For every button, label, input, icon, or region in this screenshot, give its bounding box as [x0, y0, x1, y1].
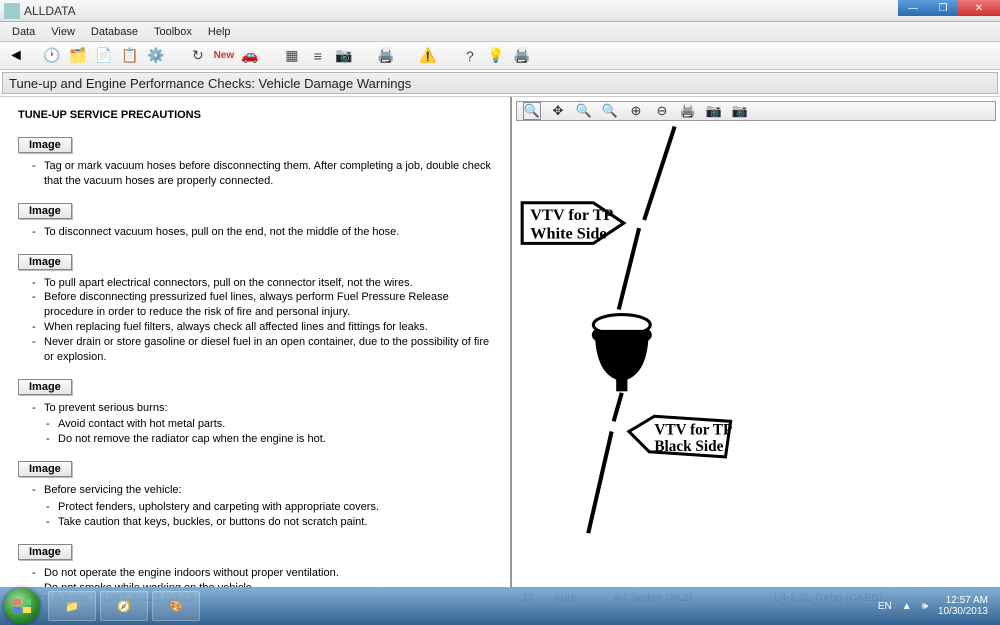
diagram-label-2b: Black Side — [654, 438, 723, 455]
folder-icon[interactable]: 🗂️ — [68, 46, 88, 66]
lines-icon[interactable]: ≡ — [308, 46, 328, 66]
list-icon[interactable]: 📋 — [120, 46, 140, 66]
precaution-subtext: Protect fenders, upholstery and carpetin… — [46, 500, 496, 515]
image-button-6[interactable]: Image — [18, 544, 72, 560]
workspace: TUNE-UP SERVICE PRECAUTIONS Image Tag or… — [0, 96, 1000, 588]
gear-icon[interactable]: ⚙️ — [146, 46, 166, 66]
task-explorer[interactable]: 📁 — [48, 591, 96, 621]
diagram-label-2a: VTV for TP — [654, 422, 732, 439]
app-icon — [4, 3, 20, 19]
precaution-text: Never drain or store gasoline or diesel … — [32, 335, 496, 365]
precaution-text: To prevent serious burns: — [32, 401, 496, 416]
start-button[interactable] — [4, 588, 40, 624]
tray-date: 10/30/2013 — [938, 606, 988, 618]
back-button[interactable]: ◄ — [8, 47, 24, 65]
print2-icon[interactable]: 🖨️ — [512, 46, 532, 66]
camera1-icon[interactable]: 📷 — [705, 102, 723, 120]
precaution-text: Before servicing the vehicle: — [32, 483, 496, 498]
document-icon[interactable]: 📄 — [94, 46, 114, 66]
task-app1[interactable]: 🧭 — [100, 591, 148, 621]
breadcrumb: Tune-up and Engine Performance Checks: V… — [2, 72, 998, 94]
system-tray: EN ▲ 🕪 12:57 AM 10/30/2013 — [878, 595, 996, 618]
zoom-minus-icon[interactable]: ⊖ — [653, 102, 671, 120]
zoom-in-icon[interactable]: 🔍 — [523, 102, 541, 120]
diagram-view[interactable]: VTV for TP White Side VTV for TP Black S… — [512, 125, 1000, 596]
tray-clock[interactable]: 12:57 AM 10/30/2013 — [938, 595, 988, 618]
window-title: ALLDATA — [24, 4, 76, 18]
task-app2[interactable]: 🎨 — [152, 591, 200, 621]
diagram-label-1a: VTV for TP — [530, 206, 613, 224]
precaution-subtext: Avoid contact with hot metal parts. — [46, 417, 496, 432]
menu-toolbox[interactable]: Toolbox — [146, 24, 200, 40]
menu-data[interactable]: Data — [4, 24, 43, 40]
reload-icon[interactable]: ↻ — [188, 46, 208, 66]
tray-network-icon[interactable]: 🕪 — [922, 601, 928, 612]
zoom-region-icon[interactable]: 🔍 — [575, 102, 593, 120]
zoom-plus-icon[interactable]: ⊕ — [627, 102, 645, 120]
tray-time: 12:57 AM — [938, 595, 988, 607]
image-button-1[interactable]: Image — [18, 137, 72, 153]
print-image-icon[interactable]: 🖨️ — [679, 102, 697, 120]
image-pane: 🔍 ✥ 🔍 🔍 ⊕ ⊖ 🖨️ 📷 📷 VTV for TP White Side — [510, 97, 1000, 588]
precaution-subtext: Take caution that keys, buckles, or butt… — [46, 515, 496, 530]
car-icon[interactable]: 🚗 — [240, 46, 260, 66]
precaution-text: Tag or mark vacuum hoses before disconne… — [32, 159, 496, 189]
diagram-label-1b: White Side — [530, 224, 606, 242]
minimize-button[interactable]: — — [898, 0, 928, 16]
print-icon[interactable]: 🖨️ — [376, 46, 396, 66]
article-heading: TUNE-UP SERVICE PRECAUTIONS — [18, 109, 496, 121]
precaution-text: Before disconnecting pressurized fuel li… — [32, 290, 496, 320]
main-toolbar: ◄ 🕐 🗂️ 📄 📋 ⚙️ ↻ New 🚗 ▦ ≡ 📷 🖨️ ⚠️ ? 💡 🖨️ — [0, 42, 1000, 70]
clock-icon[interactable]: 🕐 — [42, 46, 62, 66]
menu-view[interactable]: View — [43, 24, 83, 40]
image-button-4[interactable]: Image — [18, 379, 72, 395]
maximize-button[interactable]: ❐ — [928, 0, 958, 16]
precaution-text: Do not operate the engine indoors withou… — [32, 566, 496, 581]
image-button-2[interactable]: Image — [18, 203, 72, 219]
menu-help[interactable]: Help — [200, 24, 239, 40]
article-pane: TUNE-UP SERVICE PRECAUTIONS Image Tag or… — [0, 97, 510, 588]
window-titlebar: ALLDATA — ❐ ✕ — [0, 0, 1000, 22]
precaution-text: To disconnect vacuum hoses, pull on the … — [32, 225, 496, 240]
menu-bar: Data View Database Toolbox Help — [0, 22, 1000, 42]
menu-database[interactable]: Database — [83, 24, 146, 40]
newcar-icon[interactable]: New — [214, 46, 234, 66]
close-button[interactable]: ✕ — [958, 0, 1000, 16]
precaution-text: To pull apart electrical connectors, pul… — [32, 276, 496, 291]
window-controls: — ❐ ✕ — [898, 0, 1000, 16]
precaution-text: When replacing fuel filters, always chec… — [32, 320, 496, 335]
image-button-5[interactable]: Image — [18, 461, 72, 477]
camera-icon[interactable]: 📷 — [334, 46, 354, 66]
warning-icon[interactable]: ⚠️ — [418, 46, 438, 66]
tray-lang[interactable]: EN — [878, 601, 892, 612]
move-icon[interactable]: ✥ — [549, 102, 567, 120]
image-toolbar: 🔍 ✥ 🔍 🔍 ⊕ ⊖ 🖨️ 📷 📷 — [516, 101, 996, 121]
bulb-icon[interactable]: 💡 — [486, 46, 506, 66]
precaution-subtext: Do not remove the radiator cap when the … — [46, 432, 496, 447]
help-icon[interactable]: ? — [460, 46, 480, 66]
zoom-fit-icon[interactable]: 🔍 — [601, 102, 619, 120]
image-button-3[interactable]: Image — [18, 254, 72, 270]
layout-icon[interactable]: ▦ — [282, 46, 302, 66]
taskbar: 📁 🧭 🎨 EN ▲ 🕪 12:57 AM 10/30/2013 — [0, 587, 1000, 625]
tray-flag-icon[interactable]: ▲ — [902, 601, 912, 612]
camera2-icon[interactable]: 📷 — [731, 102, 749, 120]
